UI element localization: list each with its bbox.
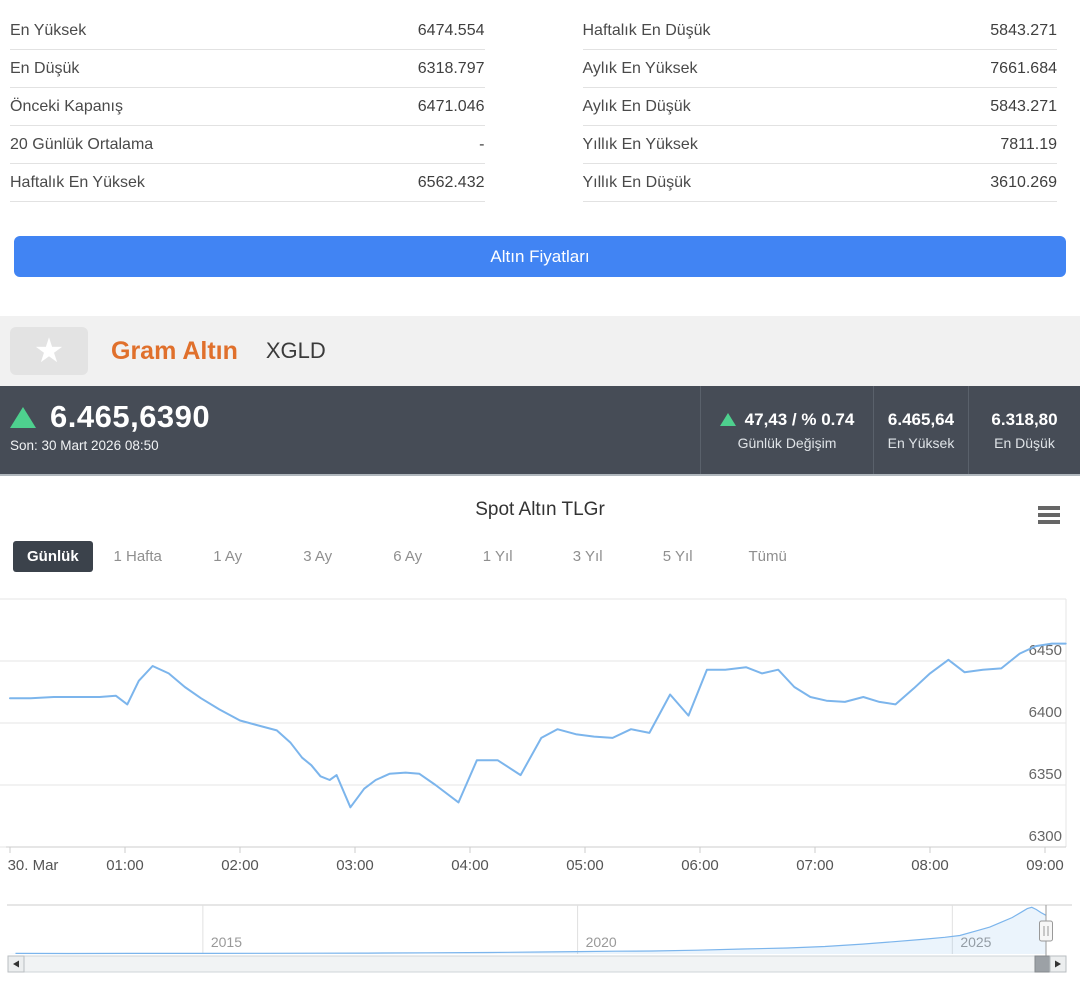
instrument-code: XGLD [265, 338, 326, 363]
navigator-year-label: 2015 [211, 934, 242, 950]
gold-prices-button-wrap: Altın Fiyatları [0, 202, 1080, 277]
range-tab-5-yıl[interactable]: 5 Yıl [633, 548, 723, 565]
range-tab-3-yıl[interactable]: 3 Yıl [543, 548, 633, 565]
stat-label: Yıllık En Düşük [582, 174, 691, 191]
day-low-label: En Düşük [994, 434, 1055, 451]
navigator-handle[interactable] [1039, 920, 1053, 942]
svg-text:05:00: 05:00 [566, 857, 604, 874]
stat-row-left-3: 20 Günlük Ortalama - [10, 126, 485, 164]
scrollbar-left-arrow[interactable] [7, 955, 25, 973]
daily-change-cell: 47,43 / % 0.74 Günlük Değişim [700, 386, 873, 474]
stat-value: 6474.554 [417, 22, 485, 39]
stats-column-left: En Yüksek 6474.554 En Düşük 6318.797 Önceki … [10, 12, 485, 202]
range-tab-1-ay[interactable]: 1 Ay [183, 548, 273, 565]
stat-row-left-1: En Düşük 6318.797 [10, 50, 485, 88]
range-tab-tümü[interactable]: Tümü [723, 548, 813, 565]
gold-prices-button[interactable]: Altın Fiyatları [14, 236, 1066, 277]
instrument-name: Gram Altın [111, 336, 238, 365]
stat-label: Haftalık En Düşük [582, 22, 711, 39]
range-tab-1-hafta[interactable]: 1 Hafta [93, 548, 183, 565]
stat-value: 6471.046 [417, 98, 485, 115]
svg-text:01:00: 01:00 [106, 857, 144, 874]
hamburger-menu-icon[interactable] [1038, 506, 1060, 527]
price-line-series [9, 642, 1067, 809]
stats-column-right: Haftalık En Düşük 5843.271 Aylık En Yüksek… [582, 12, 1057, 202]
stat-value: 3610.269 [990, 174, 1057, 191]
price-chart: 645064006350630030. Mar 01:00 02:00 03:00 04… [0, 598, 1072, 973]
stat-row-right-3: Yıllık En Yüksek 7811.19 [582, 126, 1057, 164]
up-arrow-icon [10, 406, 36, 428]
stat-value: - [479, 136, 485, 153]
svg-text:04:00: 04:00 [451, 857, 489, 874]
stat-label: Haftalık En Yüksek [10, 174, 145, 191]
range-tab-günlük[interactable]: Günlük [13, 541, 93, 572]
stat-value: 5843.271 [990, 98, 1057, 115]
stat-value: 6562.432 [417, 174, 485, 191]
svg-text:6350: 6350 [1029, 766, 1062, 783]
range-tab-1-yıl[interactable]: 1 Yıl [453, 548, 543, 565]
daily-change-label: Günlük Değişim [737, 434, 837, 451]
up-arrow-icon [719, 413, 736, 426]
stat-label: Yıllık En Yüksek [582, 136, 698, 153]
daily-change-value: 47,43 / % 0.74 [744, 409, 855, 429]
chart-section: Spot Altın TLGr Günlük 1 Hafta 1 Ay 3 Ay 6 A… [0, 476, 1080, 994]
stat-label: Aylık En Yüksek [582, 60, 698, 77]
scrollbar-thumb[interactable] [1034, 955, 1051, 973]
scrollbar-right-arrow[interactable] [1049, 955, 1067, 973]
svg-text:30. Mar: 30. Mar [8, 857, 59, 874]
day-high-cell: 6.465,64 En Yüksek [873, 386, 968, 474]
quote-bar: 6.465,6390 Son: 30 Mart 2026 08:50 47,43… [0, 386, 1080, 476]
chart-title: Spot Altın TLGr [475, 499, 605, 520]
stat-label: En Düşük [10, 60, 80, 77]
svg-text:09:00: 09:00 [1026, 857, 1064, 874]
chart-scrollbar[interactable] [7, 955, 1067, 973]
stat-row-left-0: En Yüksek 6474.554 [10, 12, 485, 50]
day-high-value: 6.465,64 [887, 409, 955, 429]
stat-value: 7811.19 [1000, 136, 1057, 153]
svg-text:08:00: 08:00 [911, 857, 949, 874]
favorite-button[interactable]: ★ [10, 327, 88, 375]
navigator-year-label: 2020 [586, 934, 617, 950]
stat-label: En Yüksek [10, 22, 87, 39]
range-tab-3-ay[interactable]: 3 Ay [273, 548, 363, 565]
stat-row-right-1: Aylık En Yüksek 7661.684 [582, 50, 1057, 88]
svg-text:03:00: 03:00 [336, 857, 374, 874]
quote-main: 6.465,6390 Son: 30 Mart 2026 08:50 [0, 386, 700, 474]
star-icon: ★ [33, 332, 65, 370]
last-price: 6.465,6390 [50, 399, 211, 434]
day-high-label: En Yüksek [887, 434, 955, 451]
range-tab-6-ay[interactable]: 6 Ay [363, 548, 453, 565]
svg-text:07:00: 07:00 [796, 857, 834, 874]
instrument-header: ★ Gram Altın XGLD [0, 316, 1080, 386]
stat-row-right-2: Aylık En Düşük 5843.271 [582, 88, 1057, 126]
grid-lines [0, 598, 1066, 848]
stats-tables: En Yüksek 6474.554 En Düşük 6318.797 Önceki … [0, 0, 1080, 202]
svg-text:02:00: 02:00 [221, 857, 259, 874]
stat-row-left-4: Haftalık En Yüksek 6562.432 [10, 164, 485, 202]
stat-value: 7661.684 [990, 60, 1057, 77]
svg-text:06:00: 06:00 [681, 857, 719, 874]
day-low-value: 6.318,80 [991, 409, 1058, 429]
stat-value: 5843.271 [990, 22, 1057, 39]
y-axis-labels: 6450640063506300 [1029, 642, 1062, 845]
day-low-cell: 6.318,80 En Düşük [968, 386, 1080, 474]
stat-row-right-0: Haftalık En Düşük 5843.271 [582, 12, 1057, 50]
last-update-time: Son: 30 Mart 2026 08:50 [10, 438, 159, 453]
stat-label: 20 Günlük Ortalama [10, 136, 154, 153]
svg-text:6400: 6400 [1029, 704, 1062, 721]
stat-row-left-2: Önceki Kapanış 6471.046 [10, 88, 485, 126]
svg-text:6300: 6300 [1029, 828, 1062, 845]
stat-value: 6318.797 [417, 60, 485, 77]
navigator[interactable]: 201520202025 [7, 904, 1072, 956]
stat-label: Önceki Kapanış [10, 98, 123, 115]
x-axis-labels: 30. Mar 01:00 02:00 03:00 04:00 05:00 06:00 07:… [8, 847, 1064, 874]
stat-label: Aylık En Düşük [582, 98, 691, 115]
range-tabs: Günlük 1 Hafta 1 Ay 3 Ay 6 Ay 1 Yıl 3 Yıl 5 Yıl… [13, 541, 1080, 572]
stat-row-right-4: Yıllık En Düşük 3610.269 [582, 164, 1057, 202]
